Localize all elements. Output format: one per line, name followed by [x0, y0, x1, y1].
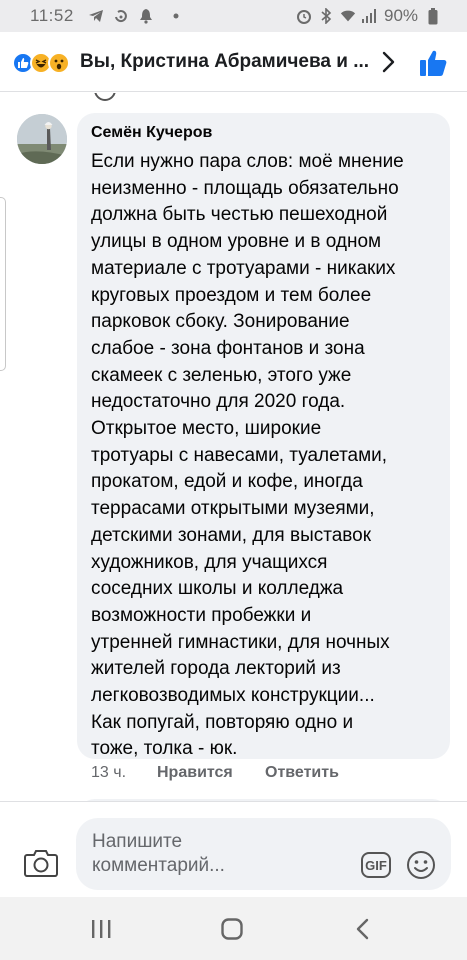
status-time: 11:52: [30, 6, 74, 25]
comment-input[interactable]: Напишите комментарий... GIF: [76, 818, 451, 890]
comment-composer: Напишите комментарий... GIF: [0, 801, 467, 897]
telegram-icon: [88, 8, 104, 24]
notification-bell-icon: [138, 8, 154, 24]
alarm-icon: [296, 8, 312, 24]
battery-percentage: 90%: [384, 6, 419, 25]
comment-text: Если нужно пара слов: моё мнение неизмен…: [91, 151, 404, 760]
signal-icon: [361, 8, 377, 24]
sync-icon: [113, 8, 129, 24]
scroll-indicator: [0, 197, 6, 371]
back-icon[interactable]: [348, 917, 378, 941]
battery-icon: [428, 7, 438, 24]
status-bar: 11:52 90%: [0, 0, 467, 32]
wow-reaction-icon: [48, 52, 70, 74]
bluetooth-icon: [318, 8, 334, 24]
comment-timestamp: 13 ч.: [91, 764, 127, 781]
emoji-icon[interactable]: [406, 850, 436, 880]
screen: 11:52 90% Вы, Кристина Абрамичева и ... …: [0, 0, 467, 960]
wifi-icon: [340, 8, 356, 24]
camera-icon[interactable]: [24, 849, 58, 877]
comment-author[interactable]: Семён Кучеров: [91, 123, 438, 143]
home-icon[interactable]: [217, 917, 247, 941]
recent-apps-icon[interactable]: [86, 917, 116, 941]
avatar[interactable]: [17, 114, 67, 164]
previous-comment-avatar: [94, 93, 116, 101]
comments-list[interactable]: Семён Кучеров Если нужно пара слов: моё …: [0, 93, 467, 813]
reactions-summary[interactable]: [12, 52, 78, 74]
header: Вы, Кристина Абрамичева и ...: [0, 32, 467, 92]
reply-comment-button[interactable]: Ответить: [265, 764, 339, 782]
system-navigation-bar: [0, 897, 467, 960]
reactions-title[interactable]: Вы, Кристина Абрамичева и ...: [80, 51, 380, 73]
comment-placeholder[interactable]: Напишите комментарий...: [92, 830, 272, 878]
like-button-icon[interactable]: [418, 48, 448, 78]
dot-icon: [168, 8, 184, 24]
chevron-right-icon[interactable]: [376, 50, 400, 74]
comment-bubble[interactable]: Семён Кучеров Если нужно пара слов: моё …: [77, 113, 450, 759]
like-comment-button[interactable]: Нравится: [157, 764, 233, 782]
gif-button[interactable]: GIF: [361, 852, 391, 878]
